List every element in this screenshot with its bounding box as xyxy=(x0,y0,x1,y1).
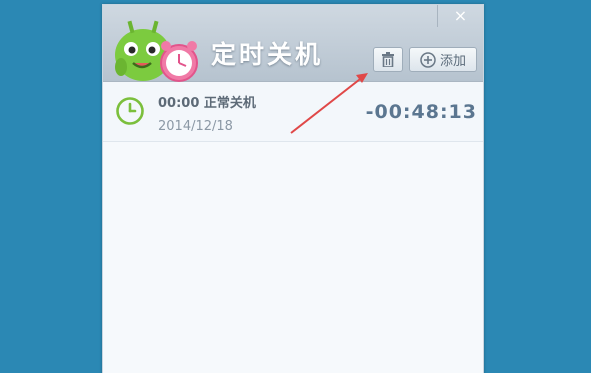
task-date: 2014/12/18 xyxy=(158,119,233,134)
app-title: 定时关机 xyxy=(211,40,324,69)
trash-icon[interactable] xyxy=(381,52,395,67)
task-action: 正常关机 xyxy=(203,96,256,111)
close-button[interactable]: × xyxy=(437,5,483,27)
task-countdown: -00:48:13 xyxy=(365,101,477,123)
task-time: 00:00 xyxy=(158,96,200,111)
add-button-label: 添加 xyxy=(439,54,466,69)
task-time-action: 00:00 正常关机 xyxy=(158,92,256,111)
shutdown-timer-window: × 定时关机 添加 00:00 正常关机 2014/12/18 -00:48:1… xyxy=(102,4,484,373)
task-row[interactable]: 00:00 正常关机 2014/12/18 -00:48:13 xyxy=(103,82,483,142)
clock-icon xyxy=(116,97,144,125)
close-icon[interactable]: × xyxy=(454,6,467,25)
plus-circle-icon[interactable] xyxy=(420,51,436,68)
mascot-logo xyxy=(115,20,198,82)
title-bar: × 定时关机 添加 xyxy=(103,5,483,82)
delete-button[interactable] xyxy=(373,47,403,72)
add-button[interactable]: 添加 xyxy=(409,47,477,72)
